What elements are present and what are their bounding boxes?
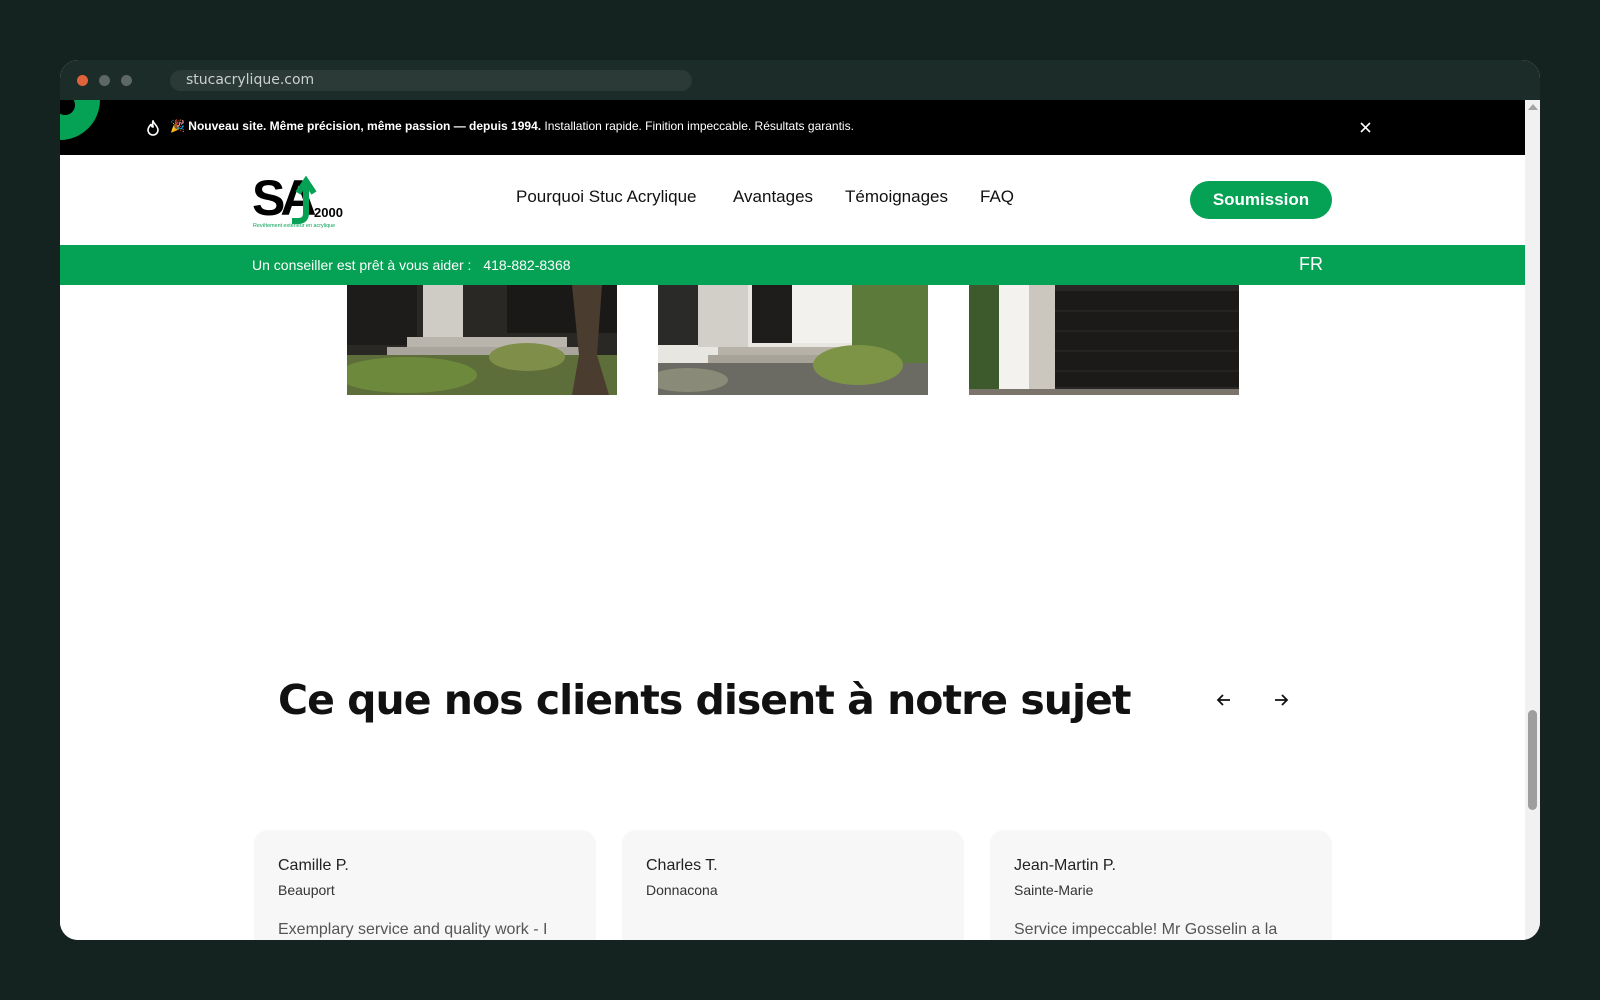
testimonial-card: Jean-Martin P. Sainte-Marie Service impe… [990, 830, 1332, 940]
testimonials-title: Ce que nos clients disent à notre sujet [278, 676, 1131, 724]
nav-item-pourquoi[interactable]: Pourquoi Stuc Acrylique [516, 187, 697, 207]
page-viewport: 🎉 Nouveau site. Même précision, même pas… [60, 100, 1525, 940]
phone-link[interactable]: 418-882-8368 [483, 257, 570, 273]
announcement-body: Installation rapide. Finition impeccable… [541, 119, 854, 133]
nav-item-faq[interactable]: FAQ [980, 187, 1014, 207]
testimonial-card: Charles T. Donnacona [622, 830, 964, 940]
testimonial-city: Donnacona [646, 882, 718, 898]
maximize-window-button[interactable] [121, 75, 132, 86]
nav-item-avantages[interactable]: Avantages [733, 187, 813, 207]
language-toggle[interactable]: FR [1299, 254, 1323, 275]
gallery-photo-2[interactable] [658, 285, 928, 395]
logo-year: 2000 [314, 205, 343, 220]
close-icon[interactable] [1359, 121, 1372, 134]
flame-icon [147, 120, 159, 136]
testimonial-quote: Exemplary service and quality work - I [278, 921, 548, 938]
arrow-left-icon[interactable] [1212, 688, 1236, 712]
testimonial-name: Charles T. [646, 857, 718, 874]
testimonial-name: Jean-Martin P. [1014, 857, 1116, 874]
gallery-photo-1[interactable] [347, 285, 617, 395]
contact-bar: Un conseiller est prêt à vous aider : 41… [60, 245, 1525, 285]
scrollbar-thumb[interactable] [1528, 710, 1537, 810]
close-window-button[interactable] [77, 75, 88, 86]
logo-tagline: Revêtement extérieur en acrylique [253, 223, 335, 229]
site-logo[interactable]: SA 2000 Revêtement extérieur en acryliqu… [252, 169, 348, 229]
testimonial-card: Camille P. Beauport Exemplary service an… [254, 830, 596, 940]
announcement-bold: Nouveau site. Même précision, même passi… [188, 119, 542, 133]
party-emoji: 🎉 [170, 119, 185, 133]
browser-titlebar: stucacrylique.com [60, 60, 1540, 100]
testimonial-quote: Service impeccable! Mr Gosselin a la [1014, 921, 1278, 938]
site-header: SA 2000 Revêtement extérieur en acryliqu… [60, 155, 1525, 245]
vertical-scrollbar[interactable] [1525, 100, 1540, 940]
soumission-button[interactable]: Soumission [1190, 181, 1332, 219]
advisor-info: Un conseiller est prêt à vous aider : 41… [252, 257, 571, 273]
testimonial-city: Beauport [278, 882, 335, 898]
browser-window: stucacrylique.com 🎉 Nouveau site. Même p… [60, 60, 1540, 940]
arrow-right-icon[interactable] [1269, 688, 1293, 712]
testimonial-name: Camille P. [278, 857, 349, 874]
gallery-photo-3[interactable] [969, 285, 1239, 395]
announcement-text: 🎉 Nouveau site. Même précision, même pas… [170, 119, 854, 133]
decorative-shape [60, 100, 100, 140]
advisor-label: Un conseiller est prêt à vous aider : [252, 257, 472, 273]
announcement-bar: 🎉 Nouveau site. Même précision, même pas… [60, 100, 1525, 155]
scroll-up-icon[interactable] [1528, 104, 1538, 110]
nav-item-temoignages[interactable]: Témoignages [845, 187, 948, 207]
address-bar[interactable]: stucacrylique.com [170, 70, 692, 91]
minimize-window-button[interactable] [99, 75, 110, 86]
testimonial-city: Sainte-Marie [1014, 882, 1094, 898]
